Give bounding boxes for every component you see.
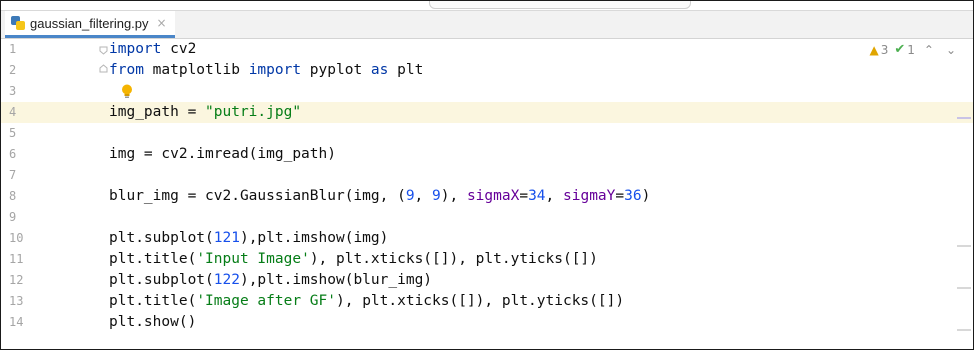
- code-text[interactable]: img_path = "putri.jpg": [109, 102, 301, 123]
- ide-window: gaussian_filtering.py × 1 import cv2 2 from…: [0, 0, 974, 350]
- code-text[interactable]: import cv2: [109, 39, 196, 60]
- code-text[interactable]: plt.subplot(121),plt.imshow(img): [109, 228, 388, 249]
- chevron-down-icon[interactable]: ⌄: [943, 43, 959, 57]
- fold-marker-icon[interactable]: [99, 64, 108, 73]
- code-editor[interactable]: 1 import cv2 2 from matplotlib import pyplo…: [1, 39, 973, 349]
- line-number: 3: [9, 84, 17, 98]
- line-number: 9: [9, 210, 17, 224]
- check-icon: ✔: [894, 42, 906, 57]
- code-line[interactable]: 6 img = cv2.imread(img_path): [1, 144, 973, 165]
- line-number: 6: [9, 147, 17, 161]
- editor-tab-bar: gaussian_filtering.py ×: [1, 11, 973, 39]
- code-line[interactable]: 3: [1, 81, 973, 102]
- warnings-indicator[interactable]: ▲ 3: [869, 43, 888, 57]
- python-file-icon: [11, 16, 25, 30]
- tab-filename: gaussian_filtering.py: [30, 15, 149, 31]
- warning-icon: ▲: [869, 42, 879, 57]
- toolbar-search-pill[interactable]: [429, 1, 691, 9]
- weak-warnings-indicator[interactable]: ✔ 1: [894, 42, 915, 57]
- chevron-up-icon[interactable]: ⌃: [921, 43, 937, 57]
- top-toolbar-strip: [1, 1, 973, 11]
- code-line[interactable]: 8 blur_img = cv2.GaussianBlur(img, (9, 9)…: [1, 186, 973, 207]
- code-line[interactable]: 5: [1, 123, 973, 144]
- lightbulb-icon[interactable]: [121, 84, 133, 99]
- code-text[interactable]: blur_img = cv2.GaussianBlur(img, (9, 9),…: [109, 186, 650, 207]
- line-number: 2: [9, 63, 17, 77]
- scrollbar-marker[interactable]: [957, 117, 971, 119]
- code-text[interactable]: img = cv2.imread(img_path): [109, 144, 336, 165]
- code-text[interactable]: plt.show(): [109, 312, 196, 333]
- line-number: 4: [9, 105, 17, 119]
- line-number: 11: [9, 252, 24, 266]
- code-text[interactable]: plt.title('Image after GF'), plt.xticks(…: [109, 291, 624, 312]
- code-line[interactable]: 4 img_path = "putri.jpg": [1, 102, 973, 123]
- code-line[interactable]: 14 plt.show(): [1, 312, 973, 333]
- line-number: 1: [9, 42, 17, 56]
- line-number: 14: [9, 315, 24, 329]
- weak-warning-count: 1: [907, 42, 915, 57]
- code-text[interactable]: from matplotlib import pyplot as plt: [109, 60, 423, 81]
- code-line[interactable]: 11 plt.title('Input Image'), plt.xticks([…: [1, 249, 973, 270]
- tab-gaussian-filtering[interactable]: gaussian_filtering.py ×: [5, 11, 175, 38]
- line-number: 10: [9, 231, 24, 245]
- code-line[interactable]: 12 plt.subplot(122),plt.imshow(blur_img): [1, 270, 973, 291]
- warning-count: 3: [880, 42, 889, 57]
- code-text[interactable]: plt.subplot(122),plt.imshow(blur_img): [109, 270, 432, 291]
- code-text[interactable]: plt.title('Input Image'), plt.xticks([])…: [109, 249, 598, 270]
- code-line[interactable]: 2 from matplotlib import pyplot as plt: [1, 60, 973, 81]
- close-icon[interactable]: ×: [157, 16, 167, 30]
- line-number: 7: [9, 168, 17, 182]
- scrollbar-marker[interactable]: [957, 329, 971, 331]
- scrollbar-marker[interactable]: [957, 287, 971, 289]
- scrollbar-marker[interactable]: [957, 245, 971, 247]
- line-number: 12: [9, 273, 24, 287]
- inspection-widget: ▲ 3 ✔ 1 ⌃ ⌄: [869, 42, 959, 57]
- code-line[interactable]: 9: [1, 207, 973, 228]
- code-line[interactable]: 13 plt.title('Image after GF'), plt.xtick…: [1, 291, 973, 312]
- line-number: 5: [9, 126, 17, 140]
- code-line[interactable]: 7: [1, 165, 973, 186]
- fold-marker-icon[interactable]: [99, 46, 108, 55]
- code-line[interactable]: 10 plt.subplot(121),plt.imshow(img): [1, 228, 973, 249]
- line-number: 13: [9, 294, 24, 308]
- code-line[interactable]: 1 import cv2: [1, 39, 973, 60]
- line-number: 8: [9, 189, 17, 203]
